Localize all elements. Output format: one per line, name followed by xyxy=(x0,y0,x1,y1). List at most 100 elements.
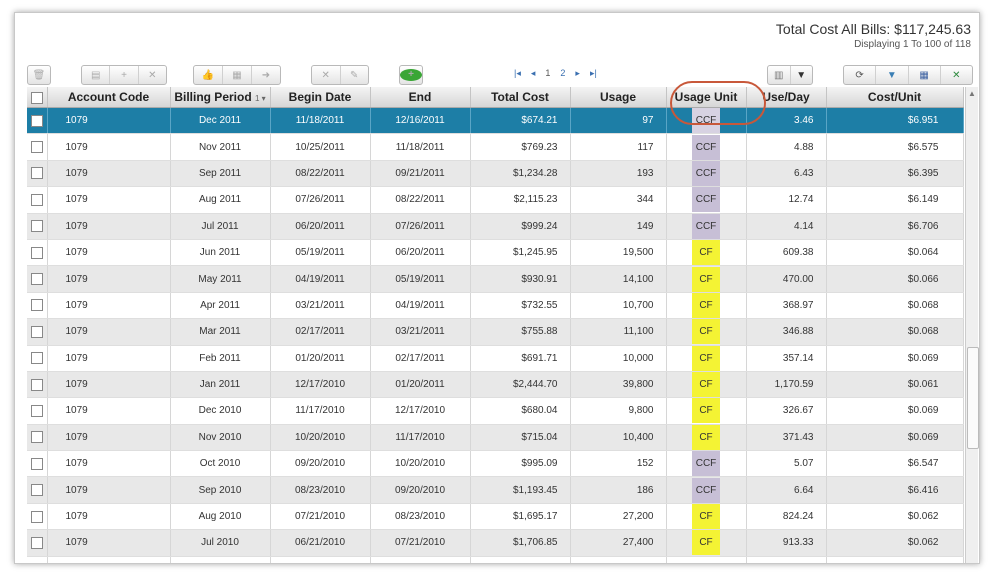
row-checkbox[interactable] xyxy=(30,484,43,497)
table-row[interactable]: 1079 Aug 2010 07/21/2010 08/23/2010 $1,695.1… xyxy=(27,503,964,531)
prev-page-icon[interactable]: ◂ xyxy=(531,68,536,79)
remove-icon[interactable]: ✕ xyxy=(139,66,166,84)
vertical-scrollbar[interactable]: ▲ xyxy=(965,87,979,563)
add-green-icon: + xyxy=(400,66,422,84)
usage-unit-badge: CF xyxy=(692,557,720,563)
row-checkbox[interactable] xyxy=(30,457,43,470)
row-checkbox[interactable] xyxy=(30,246,43,259)
first-page-icon[interactable]: |◂ xyxy=(514,68,521,79)
header-row: Account Code Billing Period 1 ▾ Begin Da… xyxy=(27,87,964,108)
row-checkbox[interactable] xyxy=(30,273,43,286)
usage-unit-badge: CCF xyxy=(692,451,720,477)
bill-list-window: Total Cost All Bills: $117,245.63 Displa… xyxy=(14,12,980,564)
scroll-thumb[interactable] xyxy=(967,347,979,449)
row-checkbox-cell xyxy=(27,213,48,240)
edit-icon[interactable]: ✎ xyxy=(341,66,369,84)
col-end[interactable]: End xyxy=(370,87,471,108)
page-1-link[interactable]: 1 xyxy=(545,68,550,79)
delete-button[interactable]: 🗑 xyxy=(27,65,51,85)
row-checkbox[interactable] xyxy=(30,378,43,391)
thumbs-up-icon[interactable]: 👍 xyxy=(194,66,223,84)
scroll-up-icon[interactable]: ▲ xyxy=(967,89,977,99)
row-checkbox[interactable] xyxy=(30,220,43,233)
next-page-icon[interactable]: ▸ xyxy=(575,68,580,79)
row-checkbox[interactable] xyxy=(30,299,43,312)
col-cost-per-unit[interactable]: Cost/Unit xyxy=(826,87,964,108)
table-row[interactable]: 1079 Nov 2011 10/25/2011 11/18/2011 $769.23 1… xyxy=(27,133,964,161)
cost-per-unit-cell: $0.062 xyxy=(826,503,964,531)
end-date-cell: 11/18/2011 xyxy=(370,133,471,161)
row-checkbox[interactable] xyxy=(30,352,43,365)
account-code-cell: 1079 xyxy=(47,529,171,557)
table-row[interactable]: 1079 Jun 2011 05/19/2011 06/20/2011 $1,245.9… xyxy=(27,239,964,267)
refresh-icon[interactable]: ⟳ xyxy=(844,66,877,84)
col-usage-unit[interactable]: Usage Unit xyxy=(666,87,747,108)
view-icon[interactable]: ▤ xyxy=(82,66,111,84)
usage-unit-cell: CF xyxy=(666,292,747,320)
col-account-code[interactable]: Account Code xyxy=(47,87,171,108)
table-row[interactable]: 1079 Apr 2011 03/21/2011 04/19/2011 $732.55 1… xyxy=(27,292,964,320)
toolbar: 🗑 ▤ + ✕ 👍 ▦ ➜ ✕ ✎ + |◂ ◂ 1 2 ▸ ▸| ▥ ▼ ⟳ ▼ ▦ ✕ xyxy=(27,65,973,85)
col-begin-date[interactable]: Begin Date xyxy=(270,87,371,108)
usage-cell: 344 xyxy=(570,186,667,214)
table-row[interactable]: 1079 Jul 2010 06/21/2010 07/21/2010 $1,706.8… xyxy=(27,529,964,557)
cost-per-unit-cell: $6.149 xyxy=(826,186,964,214)
usage-unit-badge: CCF xyxy=(692,160,720,186)
page-2-link[interactable]: 2 xyxy=(560,68,565,79)
grid-icon[interactable]: ▦ xyxy=(909,66,941,84)
col-billing-period[interactable]: Billing Period 1 ▾ xyxy=(170,87,271,108)
usage-cell: 19,500 xyxy=(570,239,667,267)
excel-icon[interactable]: ✕ xyxy=(941,66,972,84)
reject-icon[interactable]: ✕ xyxy=(312,66,341,84)
last-page-icon[interactable]: ▸| xyxy=(590,68,597,79)
row-checkbox[interactable] xyxy=(30,431,43,444)
table-row[interactable]: 1079 Sep 2010 08/23/2010 09/20/2010 $1,193.4… xyxy=(27,476,964,504)
end-date-cell: 01/20/2011 xyxy=(370,371,471,399)
total-cost-cell: $1,362.63 xyxy=(470,556,571,563)
select-all-header[interactable] xyxy=(27,87,48,108)
row-checkbox[interactable] xyxy=(30,536,43,549)
col-total-cost[interactable]: Total Cost xyxy=(470,87,571,108)
table-row[interactable]: 1079 Feb 2011 01/20/2011 02/17/2011 $691.71 1… xyxy=(27,345,964,372)
billing-period-cell: Mar 2011 xyxy=(170,318,271,346)
table-row[interactable]: 1079 Oct 2010 09/20/2010 10/20/2010 $995.09 1… xyxy=(27,450,964,478)
usage-unit-badge: CF xyxy=(692,372,720,398)
table-row[interactable]: 1079 Jul 2011 06/20/2011 07/26/2011 $999.24 1… xyxy=(27,213,964,240)
table-row[interactable]: 1079 Mar 2011 02/17/2011 03/21/2011 $755.88 1… xyxy=(27,318,964,346)
begin-date-cell: 07/26/2011 xyxy=(270,186,371,214)
row-checkbox-cell xyxy=(27,503,48,531)
end-date-cell: 04/19/2011 xyxy=(370,292,471,320)
table-row[interactable]: 1079 Nov 2010 10/20/2010 11/17/2010 $715.04 1… xyxy=(27,424,964,452)
columns-dropdown[interactable]: ▥ ▼ xyxy=(767,65,813,85)
row-checkbox[interactable] xyxy=(30,404,43,417)
row-checkbox[interactable] xyxy=(30,193,43,206)
table-row[interactable]: 1079 Dec 2010 11/17/2010 12/17/2010 $680.04 9… xyxy=(27,397,964,425)
row-checkbox-cell xyxy=(27,371,48,399)
row-checkbox-cell xyxy=(27,424,48,452)
usage-unit-badge: CF xyxy=(692,530,720,556)
row-checkbox[interactable] xyxy=(30,510,43,523)
table-row[interactable]: 1079 Aug 2011 07/26/2011 08/22/2011 $2,115.2… xyxy=(27,186,964,214)
row-checkbox[interactable] xyxy=(31,563,43,564)
table-row[interactable]: 1079 Dec 2011 11/18/2011 12/16/2011 $674.21 9… xyxy=(27,107,964,135)
add-bill-button[interactable]: + xyxy=(399,65,423,85)
row-checkbox-cell xyxy=(27,292,48,320)
usage-unit-cell: CCF xyxy=(666,476,747,504)
row-checkbox[interactable] xyxy=(30,167,43,180)
filter-icon[interactable]: ▼ xyxy=(876,66,909,84)
usage-cell: 11,100 xyxy=(570,318,667,346)
row-checkbox[interactable] xyxy=(30,141,43,154)
export-icon[interactable]: ➜ xyxy=(252,66,280,84)
add-icon[interactable]: + xyxy=(110,66,139,84)
use-per-day-cell: 824.24 xyxy=(746,503,827,531)
col-usage[interactable]: Usage xyxy=(570,87,667,108)
select-all-checkbox[interactable] xyxy=(30,91,43,104)
table-row[interactable]: 1079 Sep 2011 08/22/2011 09/21/2011 $1,234.2… xyxy=(27,160,964,188)
row-checkbox[interactable] xyxy=(30,114,43,127)
table-row[interactable]: 1079 May 2011 04/19/2011 05/19/2011 $930.91 1… xyxy=(27,265,964,293)
table-row[interactable]: 1079 Jan 2011 12/17/2010 01/20/2011 $2,444.7… xyxy=(27,371,964,399)
table-row[interactable]: 1079Jun 201005/19/201006/21/2010$1,362.6… xyxy=(27,556,964,564)
col-use-per-day[interactable]: Use/Day xyxy=(746,87,827,108)
approve-icon[interactable]: ▦ xyxy=(223,66,252,84)
row-checkbox[interactable] xyxy=(30,325,43,338)
